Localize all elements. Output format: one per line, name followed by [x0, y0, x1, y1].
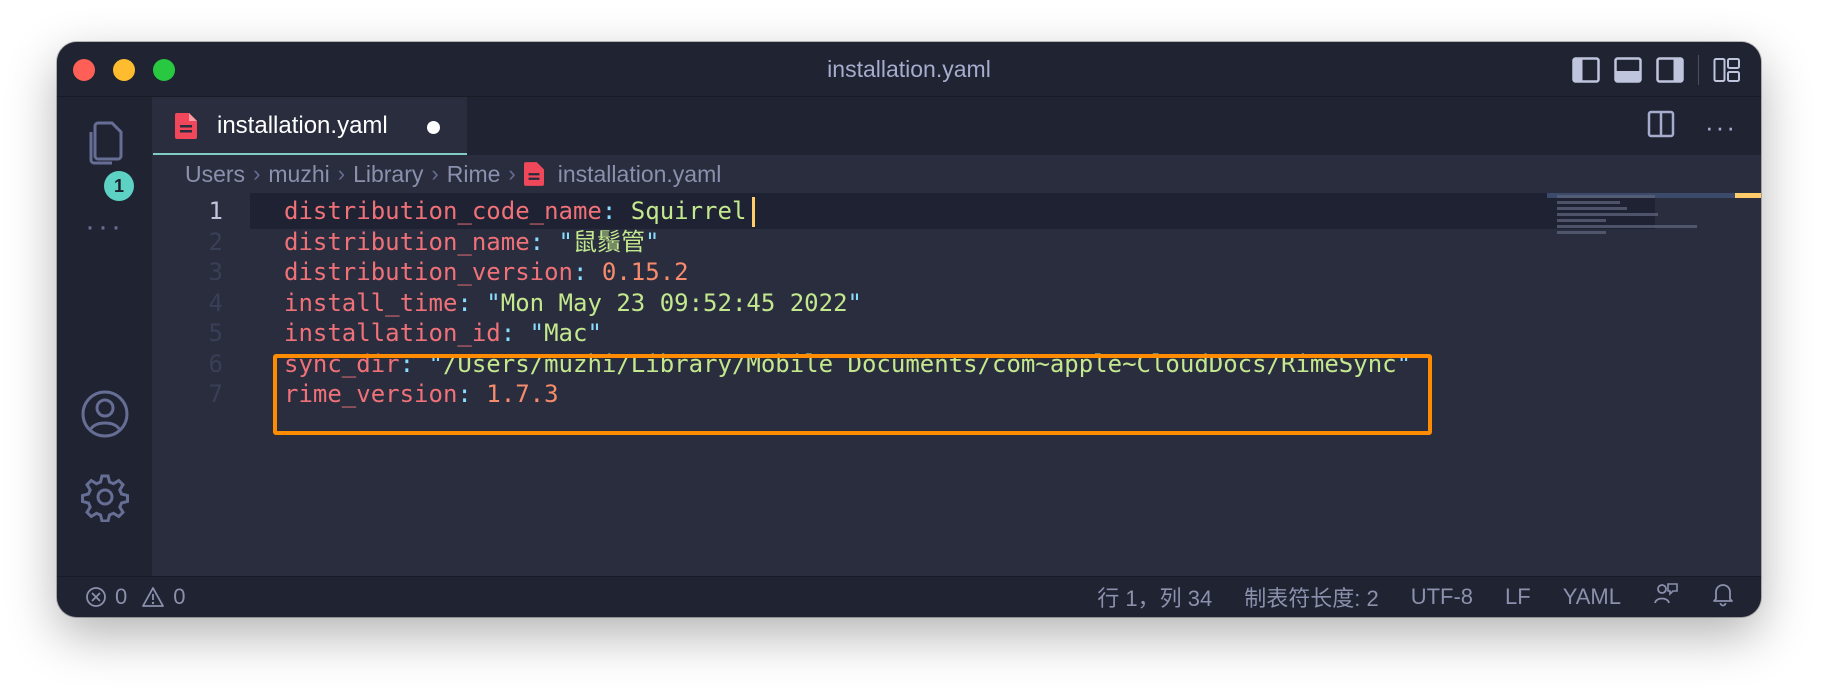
minimap-cursor: [1735, 193, 1761, 198]
tab-size[interactable]: 制表符长度: 2: [1244, 581, 1378, 613]
title-bar: installation.yaml: [57, 42, 1761, 97]
files-icon: [89, 121, 122, 165]
status-bar: 0 0 行 1，列 34 制表符长度: 2 UTF-8 LF YAML: [57, 576, 1761, 617]
breadcrumb-item-rime[interactable]: Rime: [447, 155, 501, 193]
breadcrumb-item-users[interactable]: Users: [185, 155, 245, 193]
problems-indicator[interactable]: 0 0: [85, 577, 186, 617]
explorer-button[interactable]: 1: [57, 119, 152, 201]
warning-icon: [142, 587, 165, 607]
tab-bar: installation.yaml ···: [153, 97, 1761, 155]
yaml-value: Squirrel: [630, 197, 747, 225]
yaml-key: distribution_version: [284, 258, 573, 286]
chevron-right-icon: ›: [508, 161, 516, 186]
yaml-key: install_time: [284, 288, 458, 317]
more-views-button[interactable]: ···: [57, 210, 152, 243]
breadcrumb: Users › muzhi › Library › Rime › install…: [185, 155, 721, 193]
more-icon: ···: [85, 210, 124, 243]
highlight-annotation-box: [273, 354, 1432, 435]
customize-layout-icon[interactable]: [1713, 57, 1741, 83]
yaml-key: distribution_name: [284, 227, 530, 256]
layout-controls: [1572, 55, 1741, 85]
gear-icon: [80, 474, 129, 522]
yaml-value: 鼠鬚管: [573, 227, 645, 256]
accounts-button[interactable]: [57, 389, 152, 439]
end-of-line[interactable]: LF: [1505, 584, 1531, 610]
split-editor-icon[interactable]: [1647, 110, 1675, 143]
text-cursor: [752, 197, 756, 227]
yaml-file-icon: [175, 113, 197, 139]
manage-button[interactable]: [57, 472, 152, 522]
yaml-file-icon: [523, 162, 544, 186]
language-mode[interactable]: YAML: [1563, 584, 1621, 610]
yaml-value: 0.15.2: [601, 258, 689, 286]
error-icon: [86, 587, 106, 607]
breadcrumb-item-muzhi[interactable]: muzhi: [268, 155, 329, 193]
editor-actions: ···: [1647, 110, 1737, 143]
more-actions-icon[interactable]: ···: [1705, 112, 1737, 142]
unsaved-dot-icon[interactable]: [427, 121, 440, 134]
line-number: 7: [208, 380, 223, 408]
tab-installation-yaml[interactable]: installation.yaml: [153, 97, 467, 155]
yaml-value: Mon May 23 09:52:45 2022: [500, 288, 848, 317]
encoding[interactable]: UTF-8: [1411, 584, 1473, 610]
yaml-key: distribution_code_name: [284, 197, 602, 225]
layout-separator: [1698, 55, 1699, 85]
editor-window: installation.yaml 1 ··· installation.yam…: [57, 42, 1761, 617]
chevron-right-icon: ›: [253, 161, 261, 186]
feedback-icon[interactable]: [1653, 581, 1679, 613]
breadcrumb-item-file[interactable]: installation.yaml: [558, 155, 722, 193]
activity-bar: 1 ···: [57, 97, 152, 577]
minimap[interactable]: [1547, 193, 1761, 263]
chevron-right-icon: ›: [337, 161, 346, 186]
warning-count: 0: [173, 584, 186, 609]
breadcrumb-item-library[interactable]: Library: [353, 155, 423, 193]
toggle-panel-icon[interactable]: [1614, 57, 1642, 83]
yaml-key: installation_id: [284, 319, 501, 347]
status-right-items: 行 1，列 34 制表符长度: 2 UTF-8 LF YAML: [1097, 577, 1735, 617]
bell-icon[interactable]: [1711, 581, 1735, 613]
toggle-primary-sidebar-icon[interactable]: [1572, 57, 1600, 83]
yaml-value: Mac: [544, 319, 588, 347]
error-count: 0: [115, 584, 128, 609]
cursor-position[interactable]: 行 1，列 34: [1097, 581, 1212, 613]
toggle-secondary-sidebar-icon[interactable]: [1656, 57, 1684, 83]
account-icon: [81, 390, 128, 438]
explorer-badge: 1: [104, 171, 134, 201]
chevron-right-icon: ›: [431, 161, 439, 186]
window-title: installation.yaml: [827, 56, 991, 82]
tab-label: installation.yaml: [217, 112, 388, 139]
